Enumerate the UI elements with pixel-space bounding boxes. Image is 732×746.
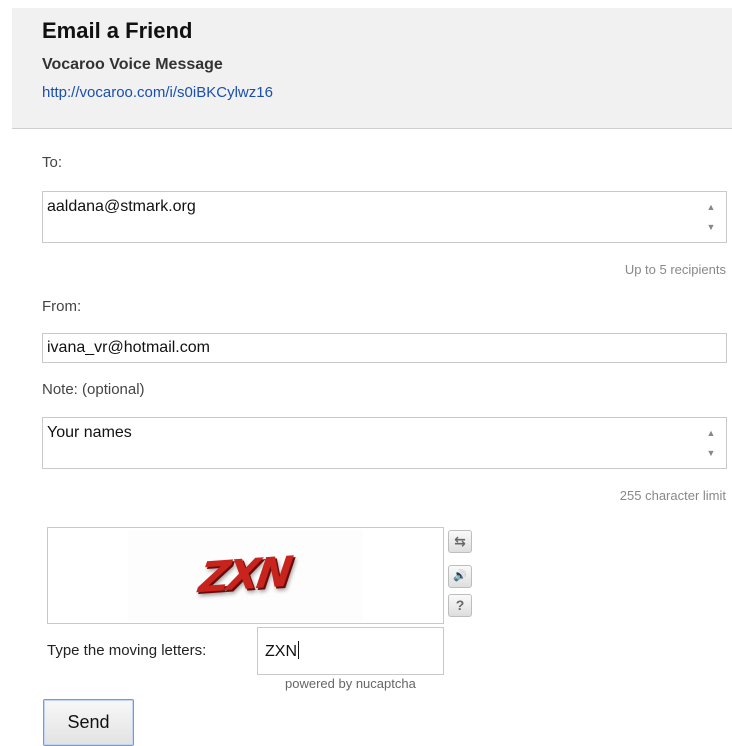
note-field-scrollbar[interactable]: ▲ ▼ (696, 418, 726, 468)
message-subtitle: Vocaroo Voice Message (42, 56, 223, 73)
to-field[interactable]: aaldana@stmark.org ▲ ▼ (42, 191, 727, 243)
header: Email a Friend Vocaroo Voice Message htt… (12, 8, 732, 129)
captcha-image-text: ZXN (195, 546, 294, 603)
captcha-input[interactable]: ZXN (257, 627, 444, 675)
powered-by-label: powered by nucaptcha (285, 676, 416, 691)
recipients-hint: Up to 5 recipients (624, 262, 726, 277)
refresh-icon[interactable]: ⇆ (448, 530, 472, 553)
scroll-up-icon[interactable]: ▲ (696, 202, 726, 212)
to-label: To: (42, 154, 63, 171)
captcha-box: ZXN (47, 527, 444, 624)
captcha-input-value: ZXN (265, 643, 297, 660)
message-link[interactable]: http://vocaroo.com/i/s0iBKCylwz16 (42, 84, 273, 101)
scroll-down-icon[interactable]: ▼ (696, 222, 726, 232)
character-limit-hint: 255 character limit (619, 488, 726, 503)
send-button[interactable]: Send (43, 699, 134, 746)
scroll-up-icon[interactable]: ▲ (696, 428, 726, 438)
from-field-value: ivana_vr@hotmail.com (47, 339, 210, 356)
to-field-scrollbar[interactable]: ▲ ▼ (696, 192, 726, 242)
page-title: Email a Friend (42, 18, 193, 43)
text-caret (298, 641, 299, 659)
audio-icon[interactable]: 🔊 (448, 565, 472, 588)
captcha-image: ZXN (128, 530, 363, 622)
from-field[interactable]: ivana_vr@hotmail.com (42, 333, 727, 363)
note-field[interactable]: Your names ▲ ▼ (42, 417, 727, 469)
from-label: From: (42, 298, 82, 315)
captcha-prompt: Type the moving letters: (47, 642, 207, 659)
scroll-down-icon[interactable]: ▼ (696, 448, 726, 458)
to-field-value: aaldana@stmark.org (47, 198, 196, 215)
note-label: Note: (optional) (42, 381, 145, 398)
note-field-value: Your names (47, 424, 132, 441)
help-icon[interactable]: ? (448, 594, 472, 617)
